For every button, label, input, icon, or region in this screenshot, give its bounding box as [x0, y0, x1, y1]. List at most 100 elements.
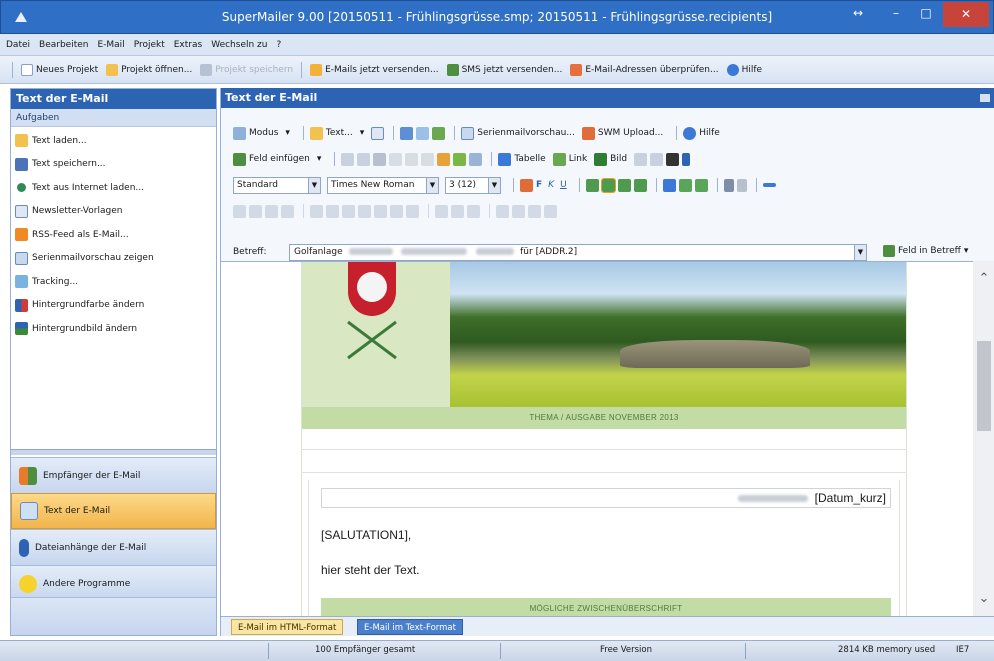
paragraph-icon[interactable] — [682, 152, 691, 166]
table-format-icon[interactable] — [528, 204, 541, 218]
page-break-icon[interactable] — [650, 152, 664, 166]
style-select[interactable]: Standard ▼ — [233, 176, 321, 194]
text-menu-button[interactable]: Text... — [326, 128, 353, 138]
underline-button[interactable]: U — [560, 180, 567, 190]
chevron-down-icon[interactable]: ▾ — [964, 246, 969, 256]
task-load-text[interactable]: Text laden... — [11, 129, 216, 153]
delete-cell-icon[interactable] — [342, 204, 355, 218]
italic-button[interactable]: K — [548, 180, 554, 190]
task-mail-preview[interactable]: Serienmailvorschau zeigen — [11, 247, 216, 271]
scroll-thumb[interactable] — [977, 341, 991, 431]
tab-html-format[interactable]: E-Mail im HTML-Format — [231, 619, 344, 635]
picture-icon[interactable] — [416, 126, 430, 140]
image-gallery-icon[interactable] — [400, 126, 414, 140]
check-addresses-button[interactable]: E-Mail-Adressen überprüfen... — [570, 63, 719, 76]
restore-size-icon[interactable]: ↔ — [841, 1, 875, 27]
help-button[interactable]: Hilfe — [726, 63, 762, 76]
paste-icon[interactable] — [373, 152, 387, 166]
delete-row-icon[interactable] — [310, 204, 323, 218]
task-background-image[interactable]: Hintergrundbild ändern — [11, 317, 216, 341]
merge-cells-icon[interactable] — [358, 204, 371, 218]
minimize-button[interactable]: – — [879, 1, 913, 27]
horizontal-rule-icon[interactable] — [762, 183, 776, 187]
align-right-icon[interactable] — [617, 178, 631, 192]
text-color-icon[interactable] — [520, 178, 533, 192]
align-left-icon[interactable] — [585, 178, 599, 192]
replace-icon[interactable] — [453, 152, 467, 166]
table-button[interactable]: Tabelle — [514, 154, 545, 164]
highlighter-icon[interactable] — [736, 178, 747, 192]
task-tracking[interactable]: Tracking... — [11, 270, 216, 294]
menu-wechseln-zu[interactable]: Wechseln zu — [211, 40, 267, 50]
subject-input[interactable]: Golfanlage für [ADDR.2] ▼ — [289, 244, 867, 261]
mode-button[interactable]: Modus — [249, 128, 278, 138]
bullet-list-icon[interactable] — [662, 178, 676, 192]
table-props-icon[interactable] — [390, 204, 403, 218]
delete-icon[interactable] — [389, 152, 403, 166]
cut-icon[interactable] — [341, 152, 355, 166]
nav-other-programs[interactable]: Andere Programme — [11, 565, 216, 601]
nav-recipients[interactable]: Empfänger der E-Mail — [11, 457, 216, 493]
menu-bearbeiten[interactable]: Bearbeiten — [39, 40, 88, 50]
field-in-subject-button[interactable]: Feld in Betreff ▾ — [883, 245, 968, 257]
scroll-up-icon[interactable]: ⌃ — [973, 271, 994, 286]
align-center-icon[interactable] — [600, 177, 616, 193]
vertical-scrollbar[interactable]: ⌃ ⌄ — [973, 261, 994, 616]
task-save-text[interactable]: Text speichern... — [11, 153, 216, 177]
scroll-down-icon[interactable]: ⌄ — [973, 591, 994, 606]
chevron-down-icon[interactable]: ▼ — [488, 177, 500, 193]
chevron-down-icon[interactable]: ▾ — [285, 128, 290, 138]
table-fill-icon[interactable] — [467, 204, 480, 218]
edit-icon[interactable] — [371, 126, 385, 140]
insert-row-icon[interactable] — [249, 204, 262, 218]
chevron-down-icon[interactable]: ▼ — [854, 245, 866, 260]
html-editor[interactable]: THEMA / AUSGABE NOVEMBER 2013 [Datum_kur… — [221, 261, 973, 616]
anchor-icon[interactable] — [634, 152, 648, 166]
chevron-down-icon[interactable]: ▼ — [308, 177, 320, 193]
redo-icon[interactable] — [421, 152, 435, 166]
save-project-button[interactable]: Projekt speichern — [200, 63, 293, 76]
font-select[interactable]: Times New Roman ▼ — [327, 176, 439, 194]
chevron-down-icon[interactable]: ▾ — [317, 154, 322, 164]
table-sort-icon[interactable] — [496, 204, 509, 218]
cell-props-icon[interactable] — [406, 204, 419, 218]
nav-email-text[interactable]: Text der E-Mail — [11, 493, 216, 529]
find-icon[interactable] — [437, 152, 451, 166]
new-project-button[interactable]: Neues Projekt — [21, 63, 98, 76]
open-project-button[interactable]: Projekt öffnen... — [106, 63, 192, 76]
menu-datei[interactable]: Datei — [6, 40, 30, 50]
task-rss-feed[interactable]: RSS-Feed als E-Mail... — [11, 223, 216, 247]
outdent-icon[interactable] — [694, 178, 708, 192]
task-background-color[interactable]: Hintergrundfarbe ändern — [11, 294, 216, 318]
align-justify-icon[interactable] — [633, 178, 647, 192]
table-expand-icon[interactable] — [512, 204, 525, 218]
editor-help-button[interactable]: Hilfe — [699, 128, 719, 138]
font-size-select[interactable]: 3 (12) ▼ — [445, 176, 501, 194]
swm-upload-button[interactable]: SWM Upload... — [598, 128, 663, 138]
pen-icon[interactable] — [723, 178, 734, 192]
task-newsletter-templates[interactable]: Newsletter-Vorlagen — [11, 200, 216, 224]
insert-cell-icon[interactable] — [281, 204, 294, 218]
maximize-button[interactable]: □ — [909, 1, 943, 27]
menu-extras[interactable]: Extras — [174, 40, 202, 50]
close-button[interactable]: ✕ — [943, 2, 989, 27]
menu-help[interactable]: ? — [276, 40, 281, 50]
send-emails-button[interactable]: E-Mails jetzt versenden... — [310, 63, 439, 76]
chevron-down-icon[interactable]: ▼ — [426, 177, 438, 193]
link-button[interactable]: Link — [569, 154, 587, 164]
table-border-icon[interactable] — [451, 204, 464, 218]
mail-preview-button[interactable]: Serienmailvorschau... — [477, 128, 575, 138]
send-sms-button[interactable]: SMS jetzt versenden... — [446, 63, 562, 76]
image-button[interactable]: Bild — [610, 154, 627, 164]
task-load-from-internet[interactable]: Text aus Internet laden... — [11, 176, 216, 200]
delete-column-icon[interactable] — [326, 204, 339, 218]
undo-icon[interactable] — [405, 152, 419, 166]
insert-column-icon[interactable] — [265, 204, 278, 218]
insert-table-icon[interactable] — [233, 204, 246, 218]
formula-icon[interactable] — [432, 126, 446, 140]
table-paint-icon[interactable] — [544, 204, 557, 218]
insert-field-button[interactable]: Feld einfügen — [249, 154, 310, 164]
chevron-down-icon[interactable]: ▾ — [360, 128, 365, 138]
pane-splitter[interactable] — [11, 449, 216, 455]
table-grid-icon[interactable] — [435, 204, 448, 218]
